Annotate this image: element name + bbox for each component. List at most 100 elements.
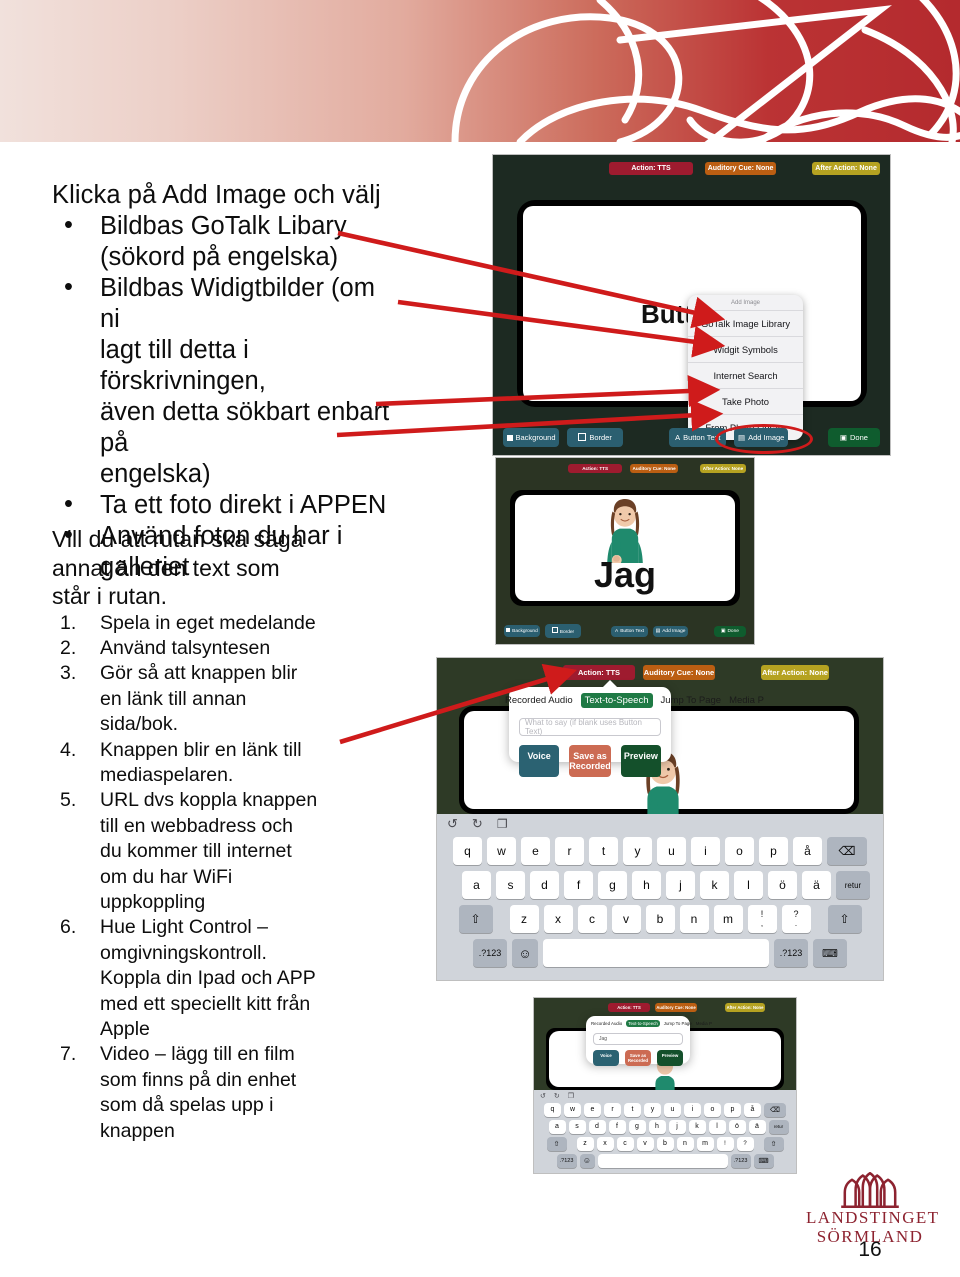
key-exclam-comma[interactable]: !	[716, 1136, 734, 1151]
key-a-ring[interactable]: å	[793, 837, 822, 865]
key-v[interactable]: v	[611, 905, 641, 933]
space-key[interactable]	[597, 1153, 728, 1168]
after-action-chip[interactable]: After Action: None	[725, 1002, 765, 1012]
key-question-period[interactable]: ?	[736, 1136, 754, 1151]
voice-button[interactable]: Voice	[593, 1050, 619, 1066]
add-image-button[interactable]: ▤ Add Image	[653, 625, 688, 637]
key-w[interactable]: w	[564, 1102, 581, 1117]
return-key[interactable]: retur	[836, 871, 870, 899]
numbers-right-key[interactable]: .?123	[774, 939, 808, 967]
auditory-cue-chip[interactable]: Auditory Cue: None	[705, 162, 777, 175]
dropdown-item-gotalk-image-library[interactable]: GoTalk Image Library	[688, 310, 803, 336]
key-e[interactable]: e	[584, 1102, 601, 1117]
tab-recorded-audio[interactable]: Recorded Audio	[505, 695, 573, 706]
tts-text-input[interactable]: What to say (if blank uses Button Text)	[519, 718, 661, 736]
preview-button[interactable]: Preview	[657, 1050, 683, 1066]
shift-left-icon[interactable]: ⇧	[458, 905, 493, 933]
key-r[interactable]: r	[604, 1102, 621, 1117]
key-y[interactable]: y	[623, 837, 652, 865]
numbers-left-key[interactable]: .?123	[556, 1153, 577, 1168]
emoji-icon[interactable]: ☺	[579, 1153, 595, 1168]
border-button[interactable]: Border	[544, 624, 581, 638]
paste-icon[interactable]: ❐	[568, 1092, 574, 1100]
shift-right-icon[interactable]: ⇧	[763, 1136, 784, 1151]
key-s[interactable]: s	[568, 1119, 586, 1134]
button-text-button[interactable]: A Button Text	[610, 625, 649, 637]
background-button[interactable]: Background	[504, 625, 540, 637]
emoji-icon[interactable]: ☺	[512, 939, 538, 967]
key-t[interactable]: t	[589, 837, 618, 865]
key-u[interactable]: u	[664, 1102, 681, 1117]
backspace-icon[interactable]: ⌫	[764, 1102, 786, 1117]
backspace-icon[interactable]: ⌫	[827, 837, 867, 865]
key-s[interactable]: s	[496, 871, 525, 899]
key-c[interactable]: c	[577, 905, 607, 933]
key-a[interactable]: a	[462, 871, 491, 899]
key-c[interactable]: c	[616, 1136, 634, 1151]
key-o[interactable]: o	[704, 1102, 721, 1117]
key-o[interactable]: o	[725, 837, 754, 865]
key-n[interactable]: n	[679, 905, 709, 933]
action-tts-chip[interactable]: Action: TTS	[608, 1002, 650, 1012]
tab-text-to-speech[interactable]: Text-to-Speech	[580, 693, 653, 708]
space-key[interactable]	[543, 939, 769, 967]
key-q[interactable]: q	[544, 1102, 561, 1117]
key-w[interactable]: w	[487, 837, 516, 865]
auditory-cue-chip[interactable]: Auditory Cue: None	[655, 1002, 697, 1012]
key-g[interactable]: g	[598, 871, 627, 899]
key-l[interactable]: l	[708, 1119, 726, 1134]
key-d[interactable]: d	[530, 871, 559, 899]
auditory-cue-chip[interactable]: Auditory Cue: None	[630, 463, 678, 473]
tab-recorded-audio[interactable]: Recorded Audio	[591, 1021, 622, 1026]
key-v[interactable]: v	[636, 1136, 654, 1151]
key-k[interactable]: k	[700, 871, 729, 899]
tab-text-to-speech[interactable]: Text-to-Speech	[626, 1020, 660, 1027]
voice-button[interactable]: Voice	[519, 745, 560, 777]
key-a[interactable]: a	[548, 1119, 566, 1134]
save-as-recorded-button[interactable]: Save as Recorded	[625, 1050, 651, 1066]
key-x[interactable]: x	[543, 905, 573, 933]
key-i[interactable]: i	[684, 1102, 701, 1117]
key-r[interactable]: r	[555, 837, 584, 865]
key-z[interactable]: z	[576, 1136, 594, 1151]
return-key[interactable]: retur	[768, 1119, 789, 1134]
key-p[interactable]: p	[759, 837, 788, 865]
save-as-recorded-button[interactable]: Save as Recorded	[569, 745, 611, 777]
key-j[interactable]: j	[666, 871, 695, 899]
key-f[interactable]: f	[608, 1119, 626, 1134]
key-j[interactable]: j	[668, 1119, 686, 1134]
hide-keyboard-icon[interactable]: ⌨	[813, 939, 847, 967]
key-i[interactable]: i	[691, 837, 720, 865]
dropdown-item-widgit-symbols[interactable]: Widgit Symbols	[688, 336, 803, 362]
key-k[interactable]: k	[688, 1119, 706, 1134]
redo-icon[interactable]: ↻	[472, 816, 483, 832]
after-action-chip[interactable]: After Action: None	[812, 162, 880, 175]
redo-icon[interactable]: ↻	[554, 1092, 560, 1100]
key-e[interactable]: e	[521, 837, 550, 865]
key-o-umlaut[interactable]: ö	[768, 871, 797, 899]
preview-button[interactable]: Preview	[620, 745, 662, 777]
undo-icon[interactable]: ↺	[540, 1092, 546, 1100]
tab-jump-to-page[interactable]: Jump To Page	[661, 695, 722, 706]
key-h[interactable]: h	[648, 1119, 666, 1134]
key-b[interactable]: b	[656, 1136, 674, 1151]
key-m[interactable]: m	[713, 905, 743, 933]
action-tts-chip[interactable]: Action: TTS	[563, 664, 635, 680]
key-o-umlaut[interactable]: ö	[728, 1119, 746, 1134]
key-z[interactable]: z	[509, 905, 539, 933]
background-button[interactable]: Background	[503, 428, 560, 447]
key-a-ring[interactable]: å	[744, 1102, 761, 1117]
key-m[interactable]: m	[696, 1136, 714, 1151]
key-h[interactable]: h	[632, 871, 661, 899]
key-l[interactable]: l	[734, 871, 763, 899]
dropdown-item-internet-search[interactable]: Internet Search	[688, 362, 803, 388]
dropdown-item-take-photo[interactable]: Take Photo	[688, 388, 803, 414]
key-d[interactable]: d	[588, 1119, 606, 1134]
key-a-umlaut[interactable]: ä	[748, 1119, 766, 1134]
key-q[interactable]: q	[453, 837, 482, 865]
numbers-left-key[interactable]: .?123	[473, 939, 507, 967]
key-t[interactable]: t	[624, 1102, 641, 1117]
action-tts-chip[interactable]: Action: TTS	[568, 463, 623, 473]
key-y[interactable]: y	[644, 1102, 661, 1117]
key-exclam-comma[interactable]: !,	[747, 905, 777, 933]
